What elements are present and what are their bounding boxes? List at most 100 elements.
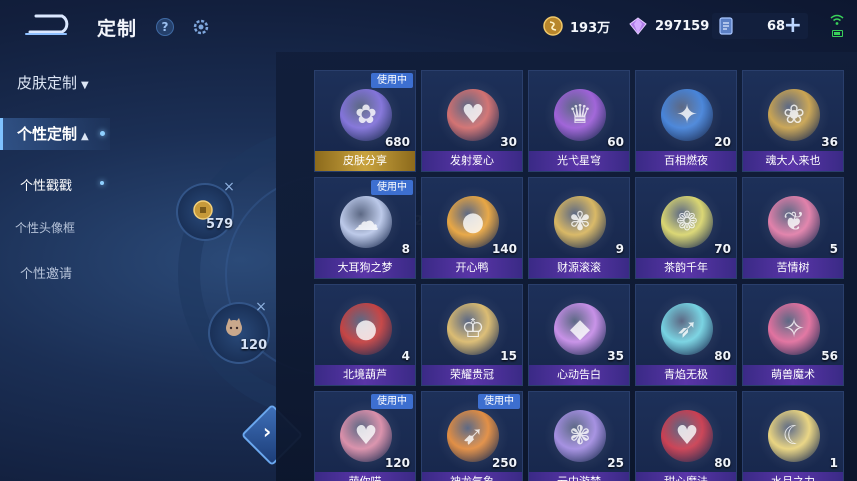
item-card[interactable]: ✾ 9 财源滚滚 bbox=[528, 177, 630, 279]
nav-sub-item-avatar-frame[interactable]: 个性头像框 bbox=[15, 219, 75, 236]
item-card[interactable]: ● 4 北境葫芦 bbox=[314, 284, 416, 386]
item-card[interactable]: ♥ 30 发射爱心 bbox=[421, 70, 523, 172]
item-name: 茶韵千年 bbox=[636, 258, 736, 278]
item-count: 680 bbox=[384, 135, 410, 149]
item-card[interactable]: ♥ 80 甜心魔法 bbox=[635, 391, 737, 481]
nav-personal-custom[interactable]: 个性定制 ▲ bbox=[0, 118, 110, 150]
item-count: 1 bbox=[829, 456, 838, 470]
item-name: 皮肤分享 bbox=[315, 151, 415, 171]
item-name: 光弋星穹 bbox=[529, 151, 629, 171]
item-card[interactable]: ☁ 8 大耳狗之梦 使用中 bbox=[314, 177, 416, 279]
item-count: 9 bbox=[615, 242, 624, 256]
item-glyph: ❃ bbox=[569, 421, 591, 451]
item-art-icon: ♥ bbox=[437, 79, 509, 151]
item-name: 北境葫芦 bbox=[315, 365, 415, 385]
item-card[interactable]: ✧ 56 萌兽魔术 bbox=[742, 284, 844, 386]
close-icon[interactable]: × bbox=[254, 300, 268, 314]
item-glyph: ● bbox=[461, 207, 485, 237]
item-glyph: ➶ bbox=[676, 314, 698, 344]
item-art-icon: ❀ bbox=[758, 79, 830, 151]
item-art-icon: ➹ bbox=[437, 400, 509, 472]
item-glyph: ♥ bbox=[354, 421, 378, 451]
item-count: 20 bbox=[714, 135, 731, 149]
nav-personal-label: 个性定制 ▲ bbox=[17, 125, 89, 143]
item-name: 荣耀贵冠 bbox=[422, 365, 522, 385]
item-count: 56 bbox=[821, 349, 838, 363]
item-glyph: ✿ bbox=[355, 100, 377, 130]
item-art-icon: ♛ bbox=[544, 79, 616, 151]
item-art-icon: ✿ bbox=[330, 79, 402, 151]
help-icon[interactable]: ? bbox=[156, 18, 174, 36]
in-use-badge: 使用中 bbox=[371, 180, 413, 195]
gem-value: 297159 bbox=[655, 18, 710, 34]
item-count: 36 bbox=[821, 135, 838, 149]
item-count: 4 bbox=[401, 349, 410, 363]
top-bar: 定制 ? 193万 297159 68 + bbox=[0, 0, 857, 52]
item-count: 5 bbox=[829, 242, 838, 256]
item-art-icon: ♔ bbox=[437, 293, 509, 365]
ticket-icon bbox=[719, 17, 733, 35]
item-card[interactable]: ✿ 680 皮肤分享 使用中 bbox=[314, 70, 416, 172]
close-icon[interactable]: × bbox=[222, 180, 236, 194]
item-card[interactable]: ♥ 120 萌你喵 使用中 bbox=[314, 391, 416, 481]
item-art-icon: ◆ bbox=[544, 293, 616, 365]
item-glyph: ● bbox=[354, 314, 378, 344]
item-count: 15 bbox=[500, 349, 517, 363]
nav-sub-item-poke[interactable]: 个性戳戳 bbox=[20, 175, 72, 194]
item-card[interactable]: ❃ 25 云中游梦 bbox=[528, 391, 630, 481]
item-art-icon: ♥ bbox=[651, 400, 723, 472]
item-card[interactable]: ✦ 20 百相燃夜 bbox=[635, 70, 737, 172]
item-card[interactable]: ● 140 开心鸭 bbox=[421, 177, 523, 279]
item-name: 萌你喵 bbox=[315, 472, 415, 481]
gear-icon[interactable] bbox=[192, 18, 210, 36]
preview-slot-1-count: 579 bbox=[206, 217, 234, 232]
item-glyph: ☾ bbox=[782, 421, 806, 451]
item-glyph: ♛ bbox=[568, 100, 592, 130]
item-card[interactable]: ◆ 35 心动告白 bbox=[528, 284, 630, 386]
item-art-icon: ☾ bbox=[758, 400, 830, 472]
item-card[interactable]: ☾ 1 水月之力 bbox=[742, 391, 844, 481]
item-card[interactable]: ❦ 5 苦情树 bbox=[742, 177, 844, 279]
item-card[interactable]: ♛ 60 光弋星穹 bbox=[528, 70, 630, 172]
back-icon[interactable] bbox=[22, 10, 74, 40]
item-art-icon: ➶ bbox=[651, 293, 723, 365]
item-count: 140 bbox=[491, 242, 517, 256]
diamond-icon bbox=[629, 17, 647, 35]
item-art-icon: ● bbox=[330, 293, 402, 365]
item-count: 120 bbox=[384, 456, 410, 470]
page-title: 定制 bbox=[97, 18, 138, 40]
item-art-icon: ❁ bbox=[651, 186, 723, 258]
item-card[interactable]: ❁ 70 茶韵千年 bbox=[635, 177, 737, 279]
item-count: 30 bbox=[500, 135, 517, 149]
gem-currency: 297159 bbox=[628, 13, 710, 39]
item-count: 70 bbox=[714, 242, 731, 256]
ticket-value: 68 bbox=[767, 18, 786, 34]
item-art-icon: ♥ bbox=[330, 400, 402, 472]
item-glyph: ✾ bbox=[569, 207, 591, 237]
add-icon[interactable]: + bbox=[784, 15, 802, 37]
item-name: 萌兽魔术 bbox=[743, 365, 843, 385]
item-art-icon: ● bbox=[437, 186, 509, 258]
sub-active-dot-icon bbox=[100, 181, 104, 185]
item-card[interactable]: ➹ 250 神龙气象 使用中 bbox=[421, 391, 523, 481]
in-use-badge: 使用中 bbox=[371, 394, 413, 409]
item-count: 25 bbox=[607, 456, 624, 470]
nav-sub-item-invite[interactable]: 个性邀请 bbox=[20, 263, 72, 282]
item-card[interactable]: ❀ 36 魂大人来也 bbox=[742, 70, 844, 172]
item-count: 60 bbox=[607, 135, 624, 149]
chevron-up-icon: ▲ bbox=[81, 131, 89, 142]
item-name: 魂大人来也 bbox=[743, 151, 843, 171]
item-card[interactable]: ♔ 15 荣耀贵冠 bbox=[421, 284, 523, 386]
nav-skin-custom[interactable]: 皮肤定制 ▼ bbox=[17, 72, 89, 93]
item-glyph: ➹ bbox=[462, 421, 484, 451]
item-name: 心动告白 bbox=[529, 365, 629, 385]
item-glyph: ♥ bbox=[461, 100, 485, 130]
item-art-icon: ❦ bbox=[758, 186, 830, 258]
gold-coin-icon bbox=[543, 16, 563, 36]
preview-slot-3-count: 120 bbox=[240, 338, 268, 353]
item-art-icon: ❃ bbox=[544, 400, 616, 472]
item-art-icon: ☁ bbox=[330, 186, 402, 258]
item-card[interactable]: ➶ 80 青焰无极 bbox=[635, 284, 737, 386]
item-glyph: ❀ bbox=[783, 100, 805, 130]
in-use-badge: 使用中 bbox=[478, 394, 520, 409]
